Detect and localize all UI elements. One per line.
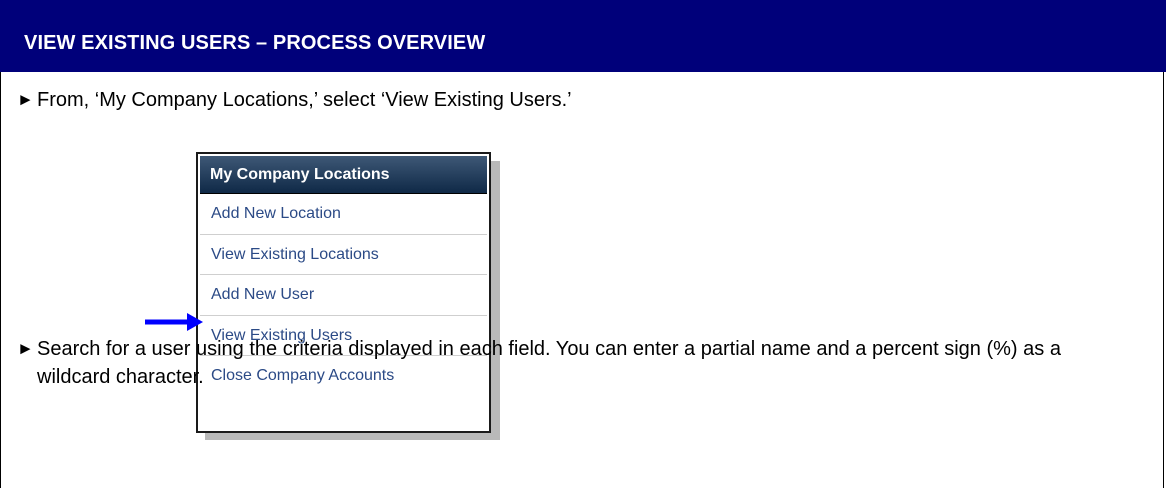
menu-item-view-existing-locations[interactable]: View Existing Locations: [200, 235, 487, 276]
bullet-text: Search for a user using the criteria dis…: [37, 338, 1061, 388]
slide-content: ► From, ‘My Company Locations,’ select ‘…: [0, 72, 1164, 488]
slide-header: VIEW EXISTING USERS – PROCESS OVERVIEW: [0, 0, 1166, 72]
menu-title: My Company Locations: [200, 156, 487, 194]
bullet-triangle-icon: ►: [17, 90, 34, 109]
menu-item-add-new-location[interactable]: Add New Location: [200, 194, 487, 235]
menu-item-add-new-user[interactable]: Add New User: [200, 275, 487, 316]
slide-title: VIEW EXISTING USERS – PROCESS OVERVIEW: [24, 32, 486, 54]
bullet-item: ► Search for a user using the criteria d…: [17, 335, 1117, 391]
bullet-triangle-icon: ►: [17, 339, 34, 358]
bullet-text: From, ‘My Company Locations,’ select ‘Vi…: [37, 89, 572, 111]
bullet-item: ► From, ‘My Company Locations,’ select ‘…: [17, 86, 572, 114]
arrow-right-icon: [145, 313, 203, 331]
